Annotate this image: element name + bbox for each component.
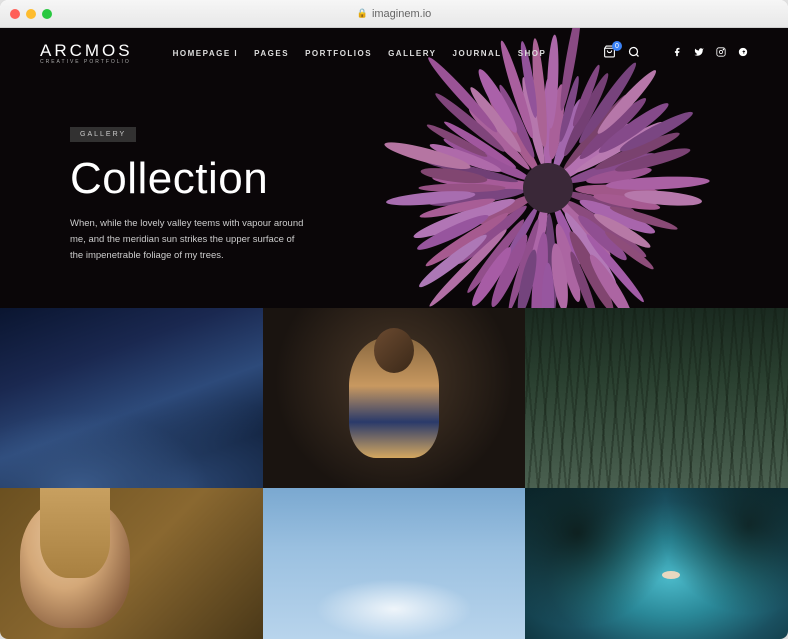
nav-pages[interactable]: PAGES (254, 49, 289, 58)
nav-shop[interactable]: SHOP (518, 49, 547, 58)
page-title: Collection (70, 154, 310, 204)
twitter-icon[interactable] (694, 47, 704, 60)
minimize-window-button[interactable] (26, 9, 36, 19)
nav-gallery[interactable]: GALLERY (388, 49, 436, 58)
browser-window: 🔒 imaginem.io ARCMOS CREATIVE PORTFOLIO … (0, 0, 788, 639)
maximize-window-button[interactable] (42, 9, 52, 19)
header-right: 0 (603, 45, 748, 61)
search-icon[interactable] (628, 46, 640, 61)
cart-icon[interactable]: 0 (603, 45, 616, 61)
nav-journal[interactable]: JOURNAL (453, 49, 502, 58)
gallery-tile-lagoon[interactable] (525, 488, 788, 639)
gallery-tile-portrait-blonde[interactable] (0, 488, 263, 639)
gallery-grid (0, 308, 788, 639)
main-nav: HOMEPAGE I PAGES PORTFOLIOS GALLERY JOUR… (173, 49, 547, 58)
url-text: imaginem.io (372, 8, 431, 20)
address-bar[interactable]: 🔒 imaginem.io (357, 8, 432, 20)
site-logo[interactable]: ARCMOS CREATIVE PORTFOLIO (40, 41, 133, 65)
logo-tagline: CREATIVE PORTFOLIO (40, 59, 133, 65)
nav-homepage[interactable]: HOMEPAGE I (173, 49, 239, 58)
gallery-tile-forest[interactable] (525, 308, 788, 488)
social-icon[interactable] (738, 47, 748, 60)
lock-icon: 🔒 (357, 8, 368, 19)
page-content: ARCMOS CREATIVE PORTFOLIO HOMEPAGE I PAG… (0, 28, 788, 639)
facebook-icon[interactable] (672, 47, 682, 60)
gallery-tile-sky[interactable] (263, 488, 526, 639)
instagram-icon[interactable] (716, 47, 726, 60)
category-badge: GALLERY (70, 127, 136, 142)
nav-portfolios[interactable]: PORTFOLIOS (305, 49, 372, 58)
hero-section: ARCMOS CREATIVE PORTFOLIO HOMEPAGE I PAG… (0, 28, 788, 308)
hero-content: GALLERY Collection When, while the lovel… (70, 123, 310, 264)
social-links (672, 47, 748, 60)
site-header: ARCMOS CREATIVE PORTFOLIO HOMEPAGE I PAG… (0, 28, 788, 78)
gallery-tile-dunes[interactable] (0, 308, 263, 488)
logo-text: ARCMOS (40, 41, 133, 61)
close-window-button[interactable] (10, 9, 20, 19)
gallery-tile-portrait-dark[interactable] (263, 308, 526, 488)
cart-count-badge: 0 (612, 41, 622, 51)
browser-titlebar: 🔒 imaginem.io (0, 0, 788, 28)
page-description: When, while the lovely valley teems with… (70, 216, 310, 264)
window-controls (10, 9, 52, 19)
